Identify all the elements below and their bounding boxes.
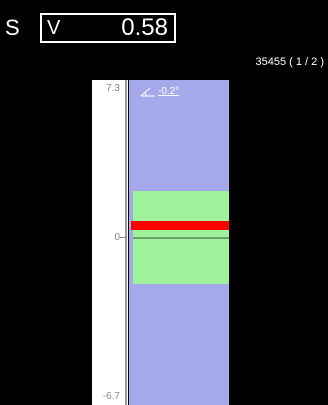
level-marker[interactable] xyxy=(131,221,229,230)
angle-readout: -0.2° xyxy=(140,86,179,97)
zero-line xyxy=(133,237,229,239)
scale-rule xyxy=(125,80,127,405)
scale-min-label: -6.7 xyxy=(102,391,120,402)
angle-value: -0.2° xyxy=(158,86,180,97)
axis-letter: S xyxy=(5,15,20,40)
value-field-label: V xyxy=(47,17,61,39)
value-readout: 0.58 xyxy=(121,14,168,41)
scale-max-label: 7.3 xyxy=(106,83,120,94)
sample-counter: 35455 ( 1 / 2 ) xyxy=(255,56,325,68)
value-display[interactable]: V 0.58 xyxy=(40,13,176,43)
scale-zero-label: 0 xyxy=(114,232,120,243)
zero-tick-mark xyxy=(120,237,126,238)
level-gauge-screen: S V 0.58 35455 ( 1 / 2 ) 7.3 0 -6.7 -0.2… xyxy=(0,0,328,405)
angle-icon xyxy=(140,87,155,97)
